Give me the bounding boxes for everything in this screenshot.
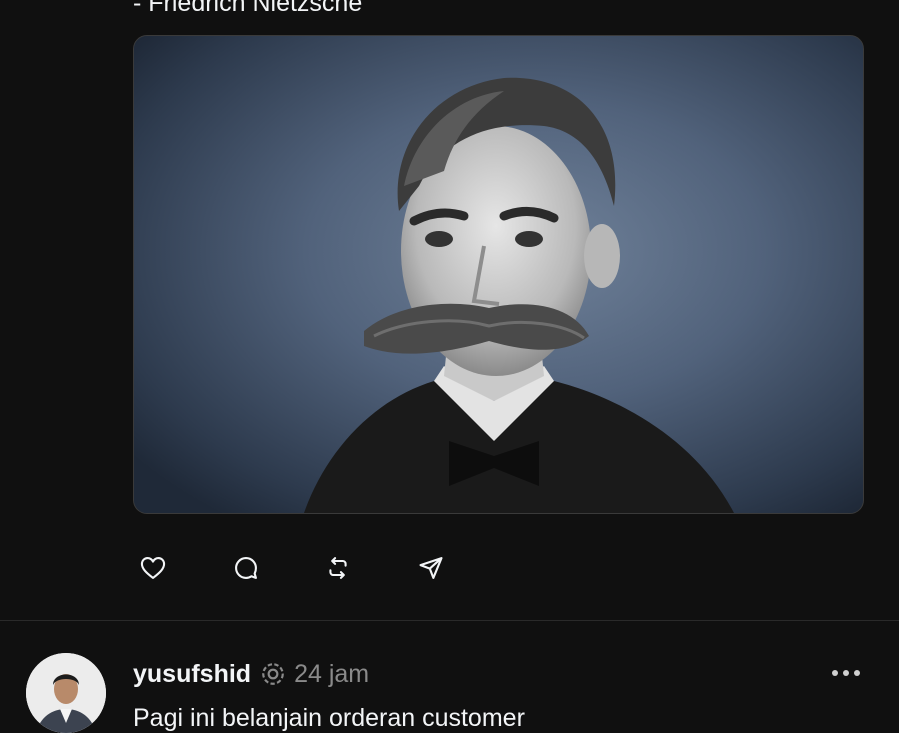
portrait-illustration xyxy=(134,36,863,513)
username[interactable]: yusufshid xyxy=(133,660,251,689)
avatar[interactable] xyxy=(26,653,106,733)
avatar-image xyxy=(26,653,106,733)
repost-icon xyxy=(329,557,347,579)
more-dot xyxy=(843,670,849,676)
timestamp: 24 jam xyxy=(294,659,370,688)
more-options-icon xyxy=(832,670,838,676)
repost-button[interactable] xyxy=(318,548,358,588)
like-button[interactable] xyxy=(133,548,173,588)
post-image[interactable] xyxy=(133,35,864,514)
post-divider xyxy=(0,620,899,621)
send-icon xyxy=(419,557,443,579)
quote-attribution: - Friedrich Nietzsche xyxy=(133,0,363,17)
more-options-button[interactable] xyxy=(822,658,870,688)
share-button[interactable] xyxy=(411,548,451,588)
heart-icon xyxy=(140,557,166,579)
reply-button[interactable] xyxy=(226,548,266,588)
threads-badge-icon xyxy=(260,661,286,687)
post-text: Pagi ini belanjain orderan customer xyxy=(133,704,525,732)
post-header: yusufshid 24 jam xyxy=(133,656,369,692)
more-dot xyxy=(854,670,860,676)
comment-icon xyxy=(235,557,257,579)
